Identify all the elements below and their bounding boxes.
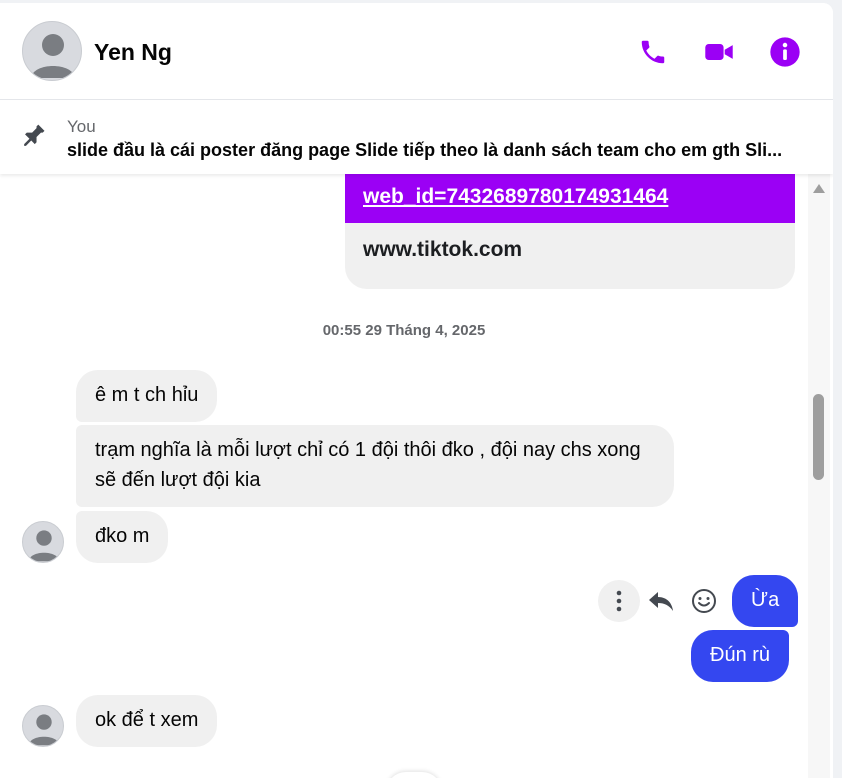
info-icon[interactable] [768, 35, 802, 69]
contact-avatar-small[interactable] [22, 705, 64, 747]
default-avatar-icon [28, 530, 60, 562]
outgoing-message[interactable]: Đún rù [691, 630, 790, 682]
pinned-sender: You [67, 117, 96, 136]
incoming-message[interactable]: ê m t ch hỉu [76, 370, 218, 422]
emoji-icon[interactable] [688, 585, 720, 617]
pinned-message-bar[interactable]: You slide đầu là cái poster đăng page Sl… [0, 100, 833, 174]
link-domain: www.tiktok.com [363, 238, 523, 261]
video-icon[interactable] [702, 35, 736, 69]
incoming-message[interactable]: đko m [76, 511, 169, 563]
contact-avatar-small[interactable] [22, 521, 64, 563]
reply-icon[interactable] [646, 586, 676, 616]
pinned-text: slide đầu là cái poster đăng page Slide … [67, 140, 783, 160]
chat-window: Yen Ng You slide đầu là cái poster đăng … [0, 3, 833, 778]
contact-name[interactable]: Yen Ng [94, 39, 172, 66]
default-avatar-icon [28, 714, 60, 746]
message-list: web_id=7432689780174931464 www.tiktok.co… [0, 174, 808, 778]
contact-avatar[interactable] [22, 21, 82, 81]
chat-header: Yen Ng [0, 3, 833, 100]
scroll-up-arrow-icon[interactable] [812, 182, 826, 200]
link-preview-card[interactable]: web_id=7432689780174931464 www.tiktok.co… [345, 174, 795, 289]
link-preview-header: web_id=7432689780174931464 [345, 174, 795, 223]
message-timestamp: 00:55 29 Tháng 4, 2025 [322, 322, 486, 339]
scrollbar-thumb[interactable] [813, 394, 824, 480]
incoming-message[interactable]: trạm nghĩa là mỗi lượt chỉ có 1 đội thôi… [76, 425, 674, 507]
outgoing-message[interactable]: Ừa [732, 575, 799, 627]
scrollbar[interactable] [808, 174, 830, 778]
phone-icon[interactable] [636, 35, 670, 69]
pin-icon [18, 122, 48, 152]
more-options-icon[interactable] [598, 580, 640, 622]
incoming-message[interactable]: ok để t xem [76, 695, 218, 747]
scroll-to-bottom-button[interactable] [386, 772, 442, 778]
default-avatar-icon [31, 34, 75, 78]
link-url[interactable]: web_id=7432689780174931464 [363, 185, 668, 209]
